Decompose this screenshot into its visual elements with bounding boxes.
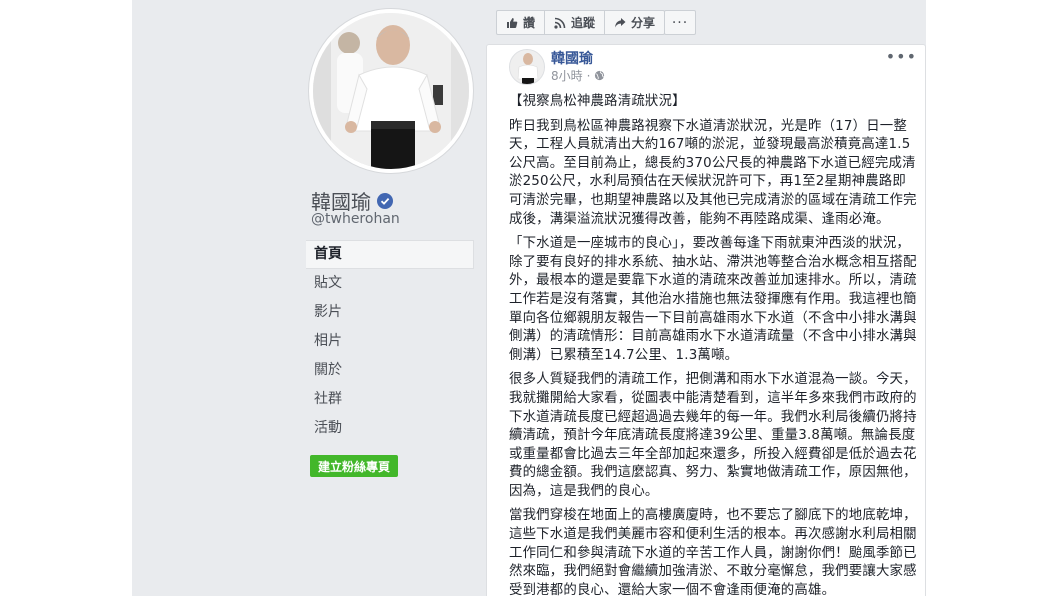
post-paragraph-1: 昨日我到鳥松區神農路視察下水道清淤狀況，光是昨（17）日一整天，工程人員就清出大… bbox=[509, 118, 917, 227]
post-meta: 8小時 · bbox=[551, 67, 605, 84]
nav-item-photos[interactable]: 相片 bbox=[306, 327, 474, 356]
like-label: 讚 bbox=[523, 16, 536, 30]
nav-item-events[interactable]: 活動 bbox=[306, 414, 474, 443]
post-paragraph-4: 當我們穿梭在地面上的高樓廣廈時，也不要忘了腳底下的地底乾坤，這些下水道是我們美麗… bbox=[509, 508, 917, 596]
like-button[interactable]: 讚 bbox=[497, 11, 546, 34]
share-button[interactable]: 分享 bbox=[605, 11, 664, 34]
post-paragraph-2: 「下水道是一座城市的良心」，要改善每逢下雨就東沖西淡的狀況，除了要有良好的排水系… bbox=[509, 236, 917, 363]
post-options-icon[interactable]: ••• bbox=[886, 47, 917, 66]
profile-picture[interactable] bbox=[309, 9, 473, 173]
nav-item-about[interactable]: 關於 bbox=[306, 356, 474, 385]
profile-photo bbox=[313, 13, 469, 169]
page-action-bar: 讚 追蹤 分享 bbox=[496, 10, 666, 35]
create-page-button[interactable]: 建立粉絲專頁 bbox=[310, 455, 398, 477]
thumbs-up-icon bbox=[507, 17, 518, 28]
follow-label: 追蹤 bbox=[571, 16, 596, 30]
post-author-avatar[interactable] bbox=[509, 49, 545, 85]
verified-badge-icon bbox=[377, 192, 393, 209]
post-author-name[interactable]: 韓國瑜 bbox=[551, 48, 593, 68]
page-nav: 首頁 貼文 影片 相片 關於 社群 活動 bbox=[306, 240, 474, 443]
globe-icon[interactable] bbox=[594, 70, 605, 81]
page-handle: @twherohan bbox=[311, 211, 400, 227]
rss-follow-icon bbox=[554, 17, 566, 29]
nav-item-videos[interactable]: 影片 bbox=[306, 298, 474, 327]
post-paragraph-3: 很多人質疑我們的清疏工作，把側溝和雨水下水道混為一談。今天，我就攤開給大家看，從… bbox=[509, 372, 917, 499]
post-title: 【視察鳥松神農路清疏狀況】 bbox=[509, 94, 686, 109]
post-timestamp[interactable]: 8小時 bbox=[551, 67, 583, 84]
share-arrow-icon bbox=[615, 17, 626, 27]
more-options-button[interactable]: ··· bbox=[664, 10, 696, 35]
follow-button[interactable]: 追蹤 bbox=[545, 11, 606, 34]
separator-dot: · bbox=[586, 68, 591, 83]
share-label: 分享 bbox=[631, 16, 656, 30]
nav-item-home[interactable]: 首頁 bbox=[306, 240, 474, 269]
post-body: 【視察鳥松神農路清疏狀況】 昨日我到鳥松區神農路視察下水道清淤狀況，光是昨（17… bbox=[509, 93, 919, 596]
post-card: 韓國瑜 8小時 · ••• 【視察鳥松神農路清疏狀況】 昨日我到鳥松區神農路視察… bbox=[486, 44, 926, 596]
nav-item-community[interactable]: 社群 bbox=[306, 385, 474, 414]
nav-item-posts[interactable]: 貼文 bbox=[306, 269, 474, 298]
